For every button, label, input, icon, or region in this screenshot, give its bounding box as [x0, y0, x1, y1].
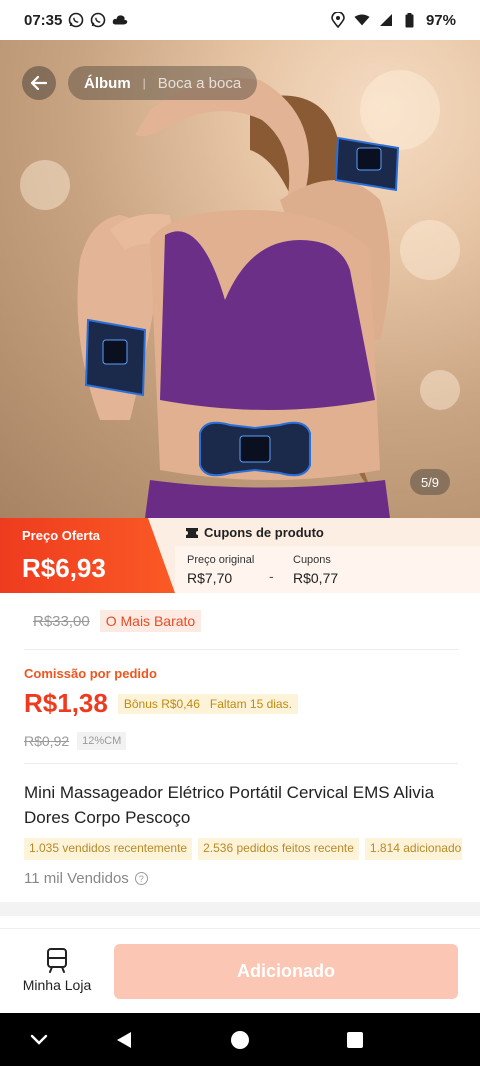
status-time: 07:35 [24, 11, 63, 29]
coupons-value: R$0,77 [293, 570, 339, 586]
product-page: 07:35 97% Álbum | Boca a boca 5/9 Preço … [0, 0, 480, 1066]
divider [24, 649, 458, 650]
commission-old-value: R$0,92 [24, 733, 70, 749]
old-price: R$33,00 [33, 612, 90, 630]
tab-separator: | [142, 76, 146, 90]
offer-price: R$6,93 [22, 553, 106, 583]
product-title: Mini Massageador Elétrico Portátil Cervi… [24, 783, 435, 827]
sales-chips: 1.035 vendidos recentemente 2.536 pedido… [24, 838, 462, 860]
sold-count: 11 mil Vendidos [24, 870, 129, 887]
nav-recents-button[interactable] [325, 1013, 385, 1066]
ticket-icon [186, 527, 198, 538]
product-photo [77, 78, 400, 518]
original-price-value: R$7,70 [187, 570, 233, 586]
triangle-back-icon [116, 1031, 132, 1049]
nav-collapse-button[interactable] [9, 1013, 69, 1066]
commission-rate-badge: 12%CM [77, 732, 127, 750]
section-separator [0, 902, 480, 916]
coupons-label: Cupons [293, 554, 331, 566]
status-bar: 07:35 97% [0, 0, 480, 40]
media-tabs: Álbum | Boca a boca [68, 66, 258, 100]
commission-label: Comissão por pedido [24, 666, 157, 681]
tab-reviews[interactable]: Boca a boca [158, 75, 241, 92]
minus-sign: - [269, 568, 274, 584]
battery-icon [402, 12, 418, 28]
chip-recent-orders: 2.536 pedidos feitos recente [198, 838, 359, 860]
store-icon [45, 947, 69, 973]
coupon-header[interactable]: Cupons de produto [186, 525, 324, 540]
offer-price-block: Preço Oferta R$6,93 [0, 518, 175, 593]
chip-recent-sold: 1.035 vendidos recentemente [24, 838, 193, 860]
product-image-gallery[interactable]: Álbum | Boca a boca 5/9 [0, 40, 480, 518]
cheapest-badge: O Mais Barato [99, 610, 202, 632]
bottom-action-bar: Minha Loja Adicionado [0, 928, 480, 1013]
divider [24, 763, 458, 764]
system-nav-bar [0, 1013, 480, 1066]
cloud-icon [112, 12, 128, 28]
circle-home-icon [231, 1030, 249, 1049]
old-price-row: R$33,00 O Mais Barato [33, 610, 202, 632]
bonus-badge: Bônus R$0,46 Faltam 15 dias. [117, 693, 298, 714]
added-button[interactable]: Adicionado [114, 944, 458, 999]
wifi-icon [354, 12, 370, 28]
square-recents-icon [347, 1031, 363, 1048]
info-icon[interactable]: ? [134, 872, 148, 885]
bonus-amount: Bônus R$0,46 [123, 696, 200, 711]
my-store-label: Minha Loja [22, 977, 92, 993]
location-icon [330, 12, 346, 28]
my-store-button[interactable]: Minha Loja [18, 947, 96, 993]
arrow-left-icon [29, 73, 49, 93]
price-banner: Preço Oferta R$6,93 Cupons de produto Pr… [0, 518, 480, 593]
whatsapp-icon [90, 12, 106, 28]
bonus-remaining: Faltam 15 dias. [209, 696, 292, 711]
original-price-label: Preço original [187, 554, 255, 566]
coupon-title: Cupons de produto [204, 525, 324, 540]
chevron-down-icon [30, 1034, 48, 1046]
battery-level: 97% [425, 11, 456, 29]
nav-back-button[interactable] [94, 1013, 154, 1066]
tab-album[interactable]: Álbum [84, 75, 131, 92]
whatsapp-icon [68, 12, 84, 28]
chip-added: 1.814 adicionado [364, 838, 462, 860]
coupon-breakdown: Preço original R$7,70 - Cupons R$0,77 [175, 546, 480, 593]
signal-icon [378, 12, 394, 28]
nav-home-button[interactable] [210, 1013, 270, 1066]
image-counter: 5/9 [410, 469, 450, 495]
commission-value: R$1,38 [24, 688, 108, 718]
back-button[interactable] [22, 66, 56, 100]
sold-count-row[interactable]: 11 mil Vendidos ? [24, 870, 148, 887]
commission-old-row: R$0,92 12%CM [24, 732, 127, 750]
offer-label: Preço Oferta [22, 528, 101, 543]
commission-row: R$1,38 Bônus R$0,46 Faltam 15 dias. [24, 688, 298, 719]
